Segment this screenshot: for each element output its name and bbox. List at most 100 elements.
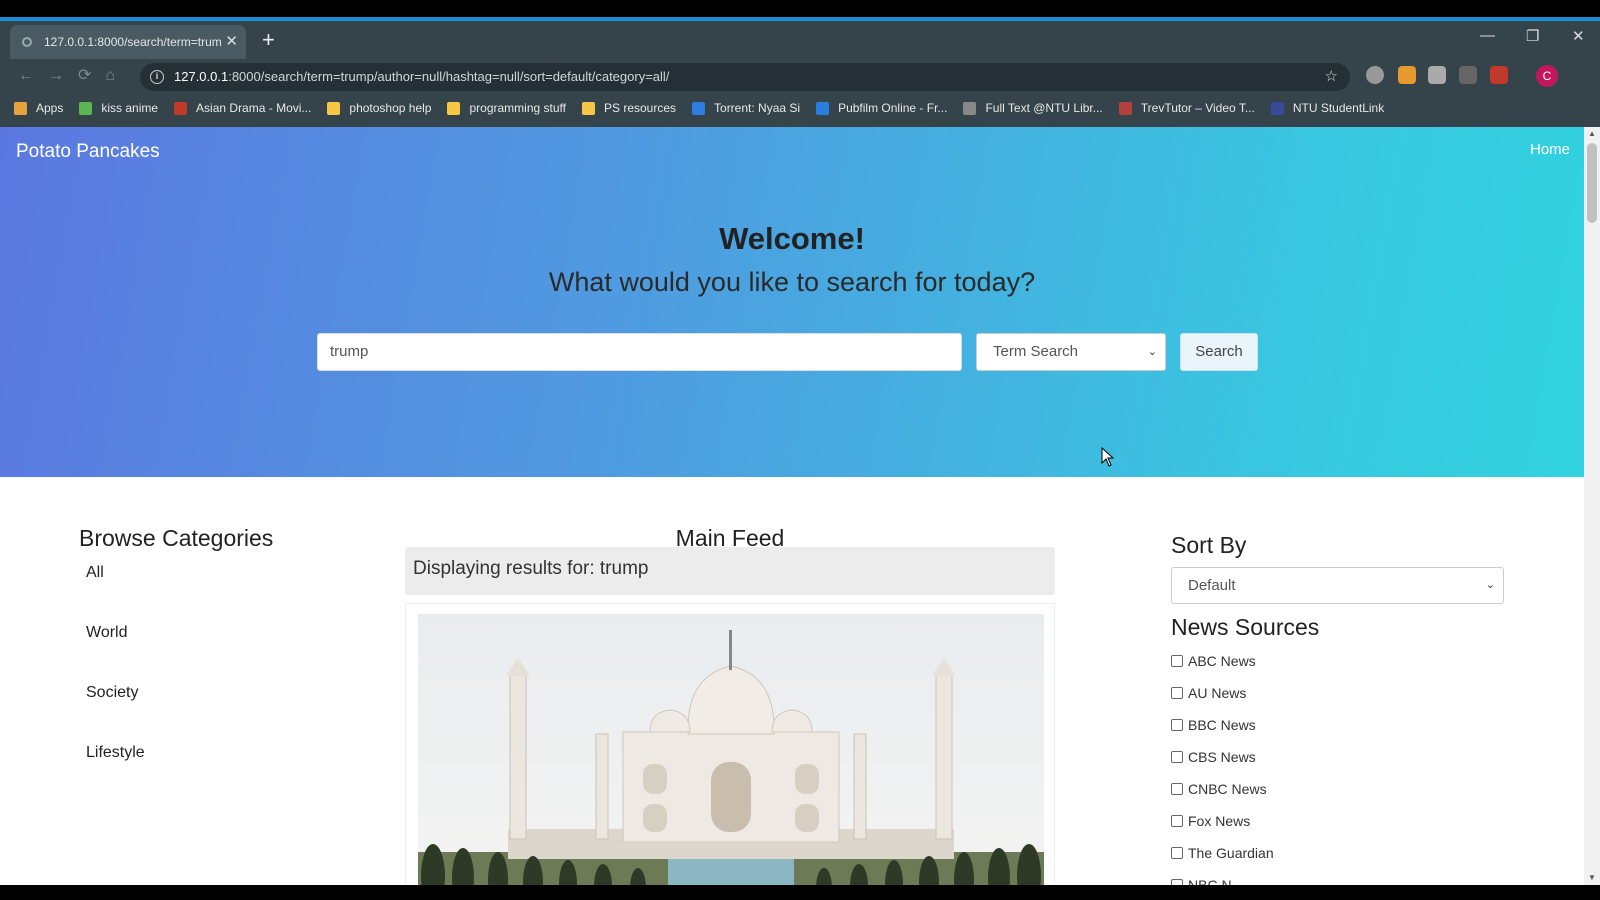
screen-frame: 127.0.0.1:8000/search/term=trum ✕ + — ❐ … [0, 0, 1600, 900]
category-lifestyle[interactable]: Lifestyle [86, 744, 145, 762]
nav-buttons[interactable]: ←→⟳⌂ [18, 65, 129, 85]
bookmark-label: Torrent: Nyaa Si [714, 101, 801, 115]
source-nbc[interactable]: NBC N... [1171, 877, 1243, 885]
bookmark-label: kiss anime [101, 101, 159, 115]
tab-title: 127.0.0.1:8000/search/term=trum [44, 35, 222, 49]
checkbox[interactable] [1171, 719, 1183, 731]
source-label: CNBC News [1188, 781, 1267, 797]
browser-tab[interactable]: 127.0.0.1:8000/search/term=trum ✕ [10, 25, 246, 59]
source-label: CBS News [1188, 749, 1256, 765]
category-all[interactable]: All [86, 564, 104, 582]
source-guardian[interactable]: The Guardian [1171, 845, 1274, 861]
bookmark-item[interactable]: PS resources [581, 98, 677, 118]
checkbox[interactable] [1171, 751, 1183, 763]
bookmark-icon [692, 101, 706, 115]
source-label: Fox News [1188, 813, 1251, 829]
extension-pen-icon[interactable] [1398, 66, 1416, 84]
checkbox[interactable] [1171, 879, 1183, 885]
sort-select[interactable]: Default ⌄ [1171, 567, 1504, 604]
bookmark-item[interactable]: Pubfilm Online - Fr... [816, 98, 947, 118]
source-label: AU News [1188, 685, 1247, 701]
hero-banner: Potato Pancakes Home Welcome! What would… [0, 127, 1584, 477]
profile-avatar[interactable]: C [1536, 65, 1558, 87]
bookmark-icon [14, 101, 27, 115]
bookmarks-bar: Apps kiss anime Asian Drama - Movi... photo… [14, 98, 1400, 118]
news-card[interactable] [405, 603, 1055, 885]
checkbox[interactable] [1171, 783, 1183, 795]
scrollbar-thumb[interactable] [1587, 143, 1597, 223]
bookmark-label: PS resources [603, 101, 677, 115]
checkbox[interactable] [1171, 687, 1183, 699]
scroll-up-icon[interactable]: ▲ [1588, 129, 1596, 138]
checkbox[interactable] [1171, 847, 1183, 859]
bookmark-item[interactable]: programming stuff [447, 98, 566, 118]
source-label: NBC N... [1188, 877, 1244, 885]
source-au[interactable]: AU News [1171, 685, 1246, 701]
bookmark-item[interactable]: NTU StudentLink [1270, 98, 1385, 118]
bookmark-label: Pubfilm Online - Fr... [838, 101, 948, 115]
bookmark-label: TrevTutor – Video T... [1140, 101, 1255, 115]
bookmark-label: NTU StudentLink [1292, 101, 1385, 115]
bookmark-item[interactable]: kiss anime [79, 98, 158, 118]
results-banner: Displaying results for: trump [405, 547, 1055, 595]
sources-heading: News Sources [1171, 614, 1320, 640]
bookmark-icon [327, 101, 341, 115]
extension-c-icon[interactable] [1459, 66, 1477, 84]
sort-heading: Sort By [1171, 532, 1247, 558]
search-input[interactable]: trump [317, 333, 962, 371]
bookmark-item[interactable]: Torrent: Nyaa Si [692, 98, 800, 118]
bookmark-label: photoshop help [349, 101, 432, 115]
bookmark-label: Apps [36, 101, 64, 115]
web-page: Potato Pancakes Home Welcome! What would… [0, 127, 1584, 885]
bookmark-star-icon[interactable]: ☆ [1325, 63, 1338, 91]
search-type-value: Term Search [993, 343, 1079, 360]
welcome-subtitle: What would you like to search for today? [548, 267, 1036, 297]
brand-link[interactable]: Potato Pancakes [16, 141, 160, 163]
welcome-heading: Welcome! [719, 221, 865, 256]
source-label: ABC News [1188, 653, 1256, 669]
bookmark-item[interactable]: photoshop help [327, 98, 431, 118]
bookmark-icon [447, 101, 461, 115]
site-info-icon[interactable]: i [150, 70, 164, 84]
restore-icon[interactable]: ❐ [1526, 27, 1539, 45]
bookmark-label: Asian Drama - Movi... [196, 101, 312, 115]
address-bar[interactable]: i 127.0.0.1:8000/search/term=trump/autho… [140, 63, 1350, 91]
window-close-icon[interactable]: ✕ [1572, 27, 1585, 45]
new-tab-icon[interactable]: + [262, 27, 275, 53]
news-image[interactable] [418, 614, 1044, 885]
extension-gear-icon[interactable] [1428, 66, 1446, 84]
bookmark-icon [963, 101, 977, 115]
page-scrollbar[interactable]: ▲ ▼ [1584, 127, 1600, 885]
bookmark-icon [581, 101, 595, 115]
bookmark-label: Full Text @NTU Libr... [985, 101, 1103, 115]
minimize-icon[interactable]: — [1480, 27, 1495, 44]
sort-value: Default [1188, 577, 1236, 594]
close-tab-icon[interactable]: ✕ [225, 25, 238, 59]
scroll-down-icon[interactable]: ▼ [1588, 873, 1596, 882]
extension-z-icon[interactable] [1490, 66, 1508, 84]
checkbox[interactable] [1171, 815, 1183, 827]
bookmark-icon [1118, 101, 1132, 115]
bookmark-item[interactable]: Full Text @NTU Libr... [963, 98, 1103, 118]
source-cnbc[interactable]: CNBC News [1171, 781, 1267, 797]
bookmark-icon [816, 101, 830, 115]
search-type-select[interactable]: Term Search ⌄ [976, 333, 1166, 371]
bookmark-item[interactable]: Apps [14, 98, 63, 118]
chevron-down-icon: ⌄ [1485, 579, 1495, 591]
source-cbs[interactable]: CBS News [1171, 749, 1256, 765]
nav-home-link[interactable]: Home [1530, 141, 1570, 158]
source-abc[interactable]: ABC News [1171, 653, 1256, 669]
source-fox[interactable]: Fox News [1171, 813, 1250, 829]
category-society[interactable]: Society [86, 684, 138, 702]
tab-favicon-icon [22, 37, 32, 47]
category-world[interactable]: World [86, 624, 128, 642]
bookmark-item[interactable]: TrevTutor – Video T... [1118, 98, 1255, 118]
bookmark-item[interactable]: Asian Drama - Movi... [174, 98, 311, 118]
checkbox[interactable] [1171, 655, 1183, 667]
bookmark-label: programming stuff [469, 101, 566, 115]
extension-camera-icon[interactable] [1366, 66, 1384, 84]
bookmark-icon [79, 101, 93, 115]
bookmark-icon [174, 101, 188, 115]
source-bbc[interactable]: BBC News [1171, 717, 1256, 733]
search-button[interactable]: Search [1180, 333, 1258, 371]
